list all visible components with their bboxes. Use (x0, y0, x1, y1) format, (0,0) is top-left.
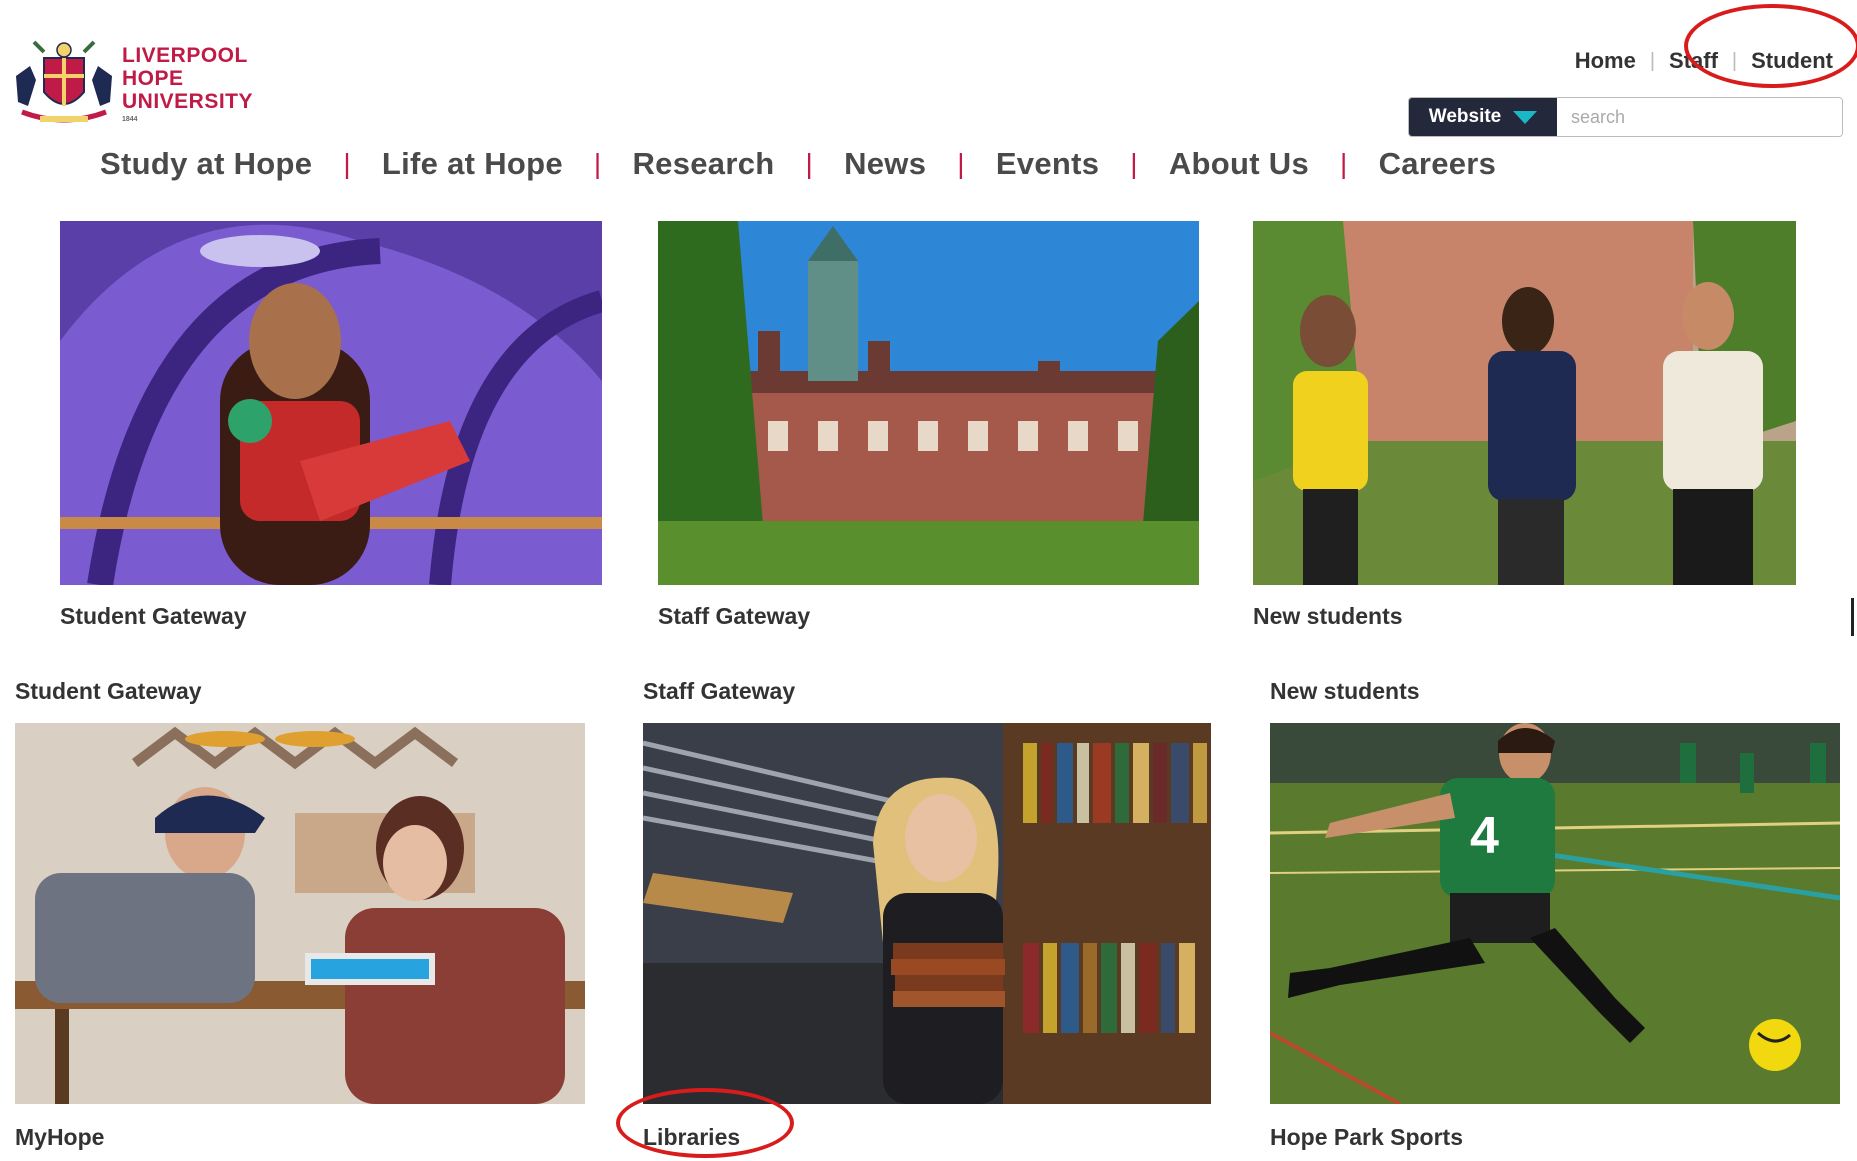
nav-study-at-hope[interactable]: Study at Hope (100, 146, 312, 182)
nav-separator: | (593, 148, 602, 179)
search-scope-label: Website (1428, 106, 1502, 127)
students-walking-photo[interactable] (1253, 221, 1796, 585)
utility-separator: | (1649, 49, 1656, 72)
utility-separator: | (1731, 49, 1738, 72)
tile-caption[interactable]: New students (1253, 603, 1403, 630)
chevron-down-icon (1513, 110, 1538, 124)
nav-separator: | (1130, 148, 1138, 179)
section-heading: New students (1270, 678, 1420, 704)
nav-separator: | (805, 148, 814, 179)
tile-caption[interactable]: Student Gateway (60, 603, 247, 630)
logo-line-2: HOPE (122, 67, 184, 90)
logo-wordmark: LIVERPOOL HOPE UNIVERSITY 1844 (122, 44, 253, 124)
nav-separator: | (957, 148, 965, 179)
student-reading-photo[interactable] (60, 221, 602, 585)
nav-life-at-hope[interactable]: Life at Hope (382, 146, 563, 182)
nav-research[interactable]: Research (632, 146, 774, 182)
section-heading: Student Gateway (15, 678, 202, 704)
nav-about-us[interactable]: About Us (1169, 146, 1309, 182)
main-nav: Study at Hope | Life at Hope | Research … (100, 146, 1496, 182)
tile-caption[interactable]: Staff Gateway (658, 603, 810, 630)
staff-link[interactable]: Staff (1669, 48, 1718, 74)
student-link[interactable]: Student (1751, 48, 1833, 74)
nav-separator: | (1340, 148, 1348, 179)
nav-separator: | (343, 148, 351, 179)
svg-text:4: 4 (1470, 807, 1499, 865)
library-student-books-photo[interactable] (643, 723, 1211, 1104)
tile-caption[interactable]: MyHope (15, 1124, 104, 1151)
section-heading: Staff Gateway (643, 678, 796, 704)
nav-events[interactable]: Events (996, 146, 1099, 182)
annotation-circle-student (1684, 4, 1857, 88)
home-link[interactable]: Home (1575, 48, 1636, 74)
utility-nav: Home | Staff | Student (1575, 48, 1833, 74)
logo-line-1: LIVERPOOL (122, 44, 248, 67)
campus-building-photo[interactable] (658, 221, 1199, 585)
crest-icon (16, 40, 112, 123)
football-player-photo[interactable]: 4 (1270, 723, 1840, 1104)
tile-caption[interactable]: Libraries (643, 1124, 740, 1151)
logo-established: 1844 (122, 116, 138, 123)
logo-line-3: UNIVERSITY (122, 90, 254, 113)
text-cursor-mark (1851, 598, 1854, 636)
nav-news[interactable]: News (844, 146, 926, 182)
search-scope-dropdown[interactable]: Website (1409, 98, 1557, 136)
nav-careers[interactable]: Careers (1379, 146, 1497, 182)
search-input[interactable] (1557, 98, 1842, 136)
tile-caption[interactable]: Hope Park Sports (1270, 1124, 1463, 1151)
students-cafe-laptop-photo[interactable] (15, 723, 585, 1104)
search-bar: Website (1408, 97, 1843, 137)
university-logo[interactable]: LIVERPOOL HOPE UNIVERSITY 1844 (10, 36, 270, 128)
